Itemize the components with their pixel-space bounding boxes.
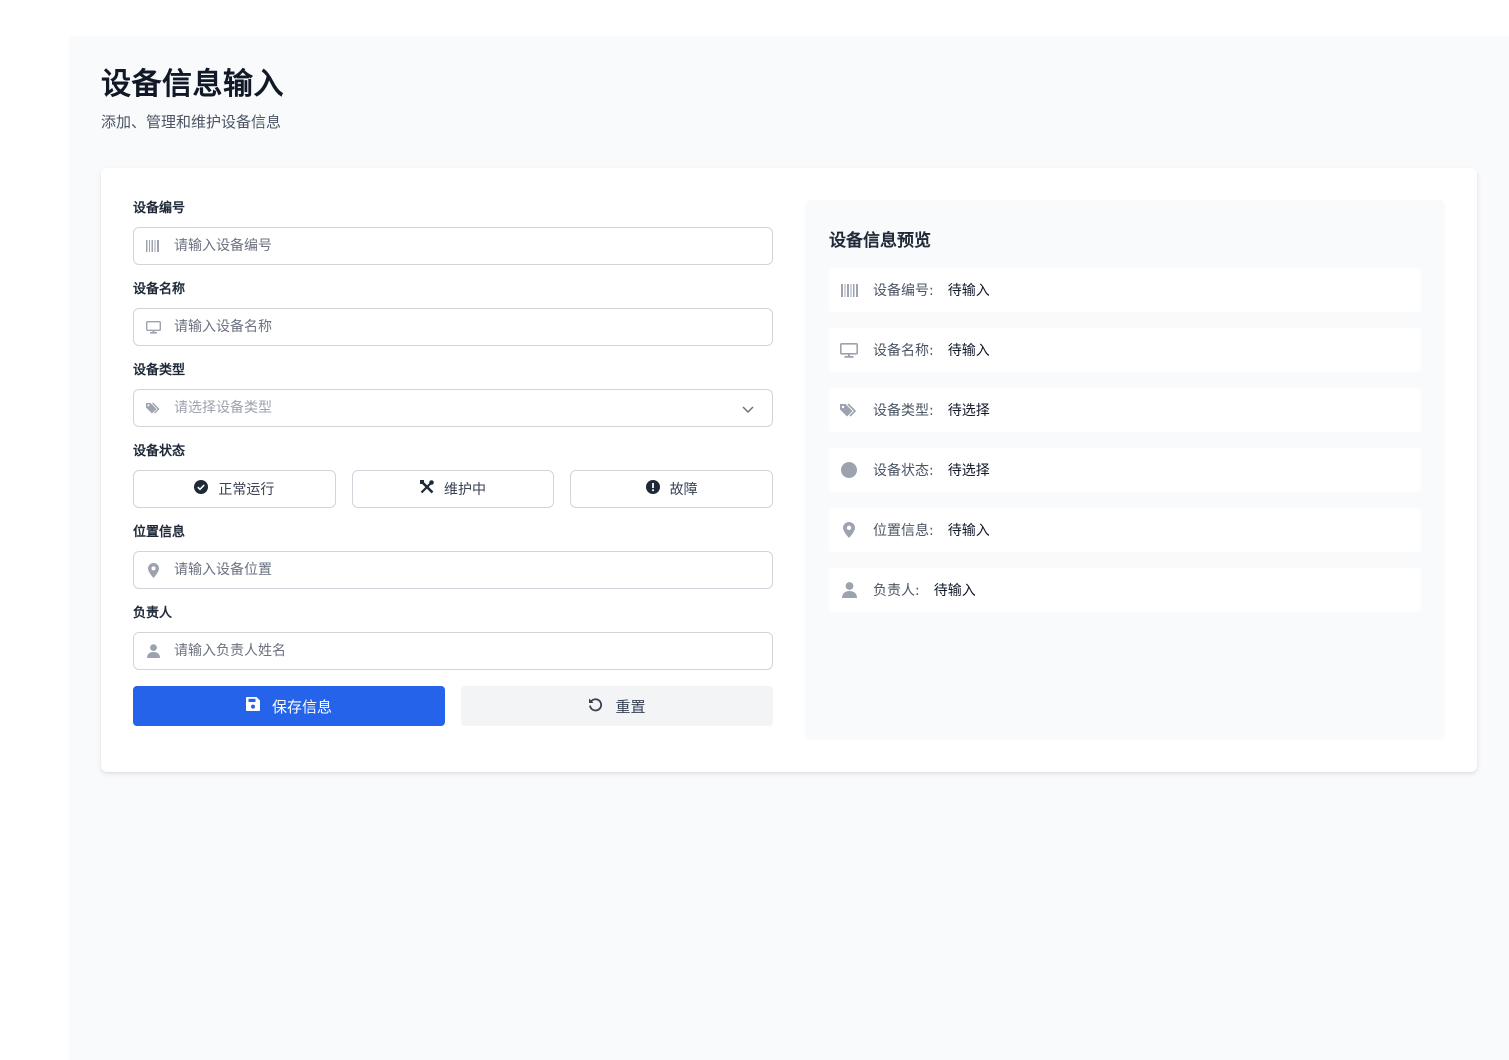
map-marker-icon [839, 520, 859, 540]
location-field-wrapper [133, 551, 773, 589]
owner-field-wrapper [133, 632, 773, 670]
page-header: 设备信息输入 添加、管理和维护设备信息 [101, 66, 284, 132]
status-fault-button[interactable]: 故障 [570, 470, 774, 508]
device-name-field-wrapper [133, 308, 773, 346]
preview-title: 设备信息预览 [829, 231, 931, 251]
location-group: 位置信息 [133, 524, 773, 589]
page-subtitle: 添加、管理和维护设备信息 [101, 113, 282, 131]
save-icon [245, 697, 260, 715]
monitor-icon [145, 319, 161, 335]
device-id-input[interactable] [174, 228, 734, 264]
device-status-group: 设备状态 正常运行 维护中 故障 [133, 443, 774, 508]
page: 设备信息输入 添加、管理和维护设备信息 设备编号 设备名称 [69, 36, 1509, 1060]
check-circle-icon [194, 480, 209, 498]
preview-label: 设备编号: [873, 283, 934, 299]
reset-button[interactable]: 重置 [461, 686, 773, 726]
monitor-icon [839, 340, 859, 360]
preview-value: 待选择 [947, 463, 990, 479]
preview-value: 待输入 [947, 283, 990, 299]
tags-icon [145, 400, 161, 416]
status-normal-button[interactable]: 正常运行 [133, 470, 336, 508]
save-button-label: 保存信息 [271, 697, 332, 716]
status-normal-label: 正常运行 [218, 482, 275, 498]
preview-label: 设备名称: [873, 343, 934, 359]
location-input[interactable] [174, 552, 734, 588]
preview-row-device-name: 设备名称: 待输入 [829, 328, 1421, 372]
chevron-down-icon [742, 401, 754, 420]
preview-value: 待输入 [947, 523, 990, 539]
device-name-input[interactable] [174, 309, 734, 345]
save-button[interactable]: 保存信息 [133, 686, 445, 726]
preview-label: 位置信息: [873, 523, 934, 539]
status-fault-label: 故障 [669, 482, 698, 498]
preview-row-location: 位置信息: 待输入 [829, 508, 1421, 552]
preview-label: 设备状态: [873, 463, 934, 479]
user-icon [145, 643, 161, 659]
device-status-options: 正常运行 维护中 故障 [133, 470, 774, 508]
location-label: 位置信息 [133, 525, 186, 540]
circle-icon [839, 460, 859, 480]
device-name-group: 设备名称 [133, 281, 773, 346]
page-title: 设备信息输入 [101, 67, 284, 102]
device-type-select[interactable]: 请选择设备类型 [133, 389, 773, 427]
preview-row-device-id: 设备编号: 待输入 [829, 268, 1421, 312]
device-id-field-wrapper [133, 227, 773, 265]
tools-icon [420, 480, 434, 498]
preview-value: 待选择 [947, 403, 990, 419]
exclamation-circle-icon [645, 480, 660, 498]
owner-input[interactable] [174, 633, 734, 669]
preview-row-device-type: 设备类型: 待选择 [829, 388, 1421, 432]
owner-label: 负责人 [133, 606, 173, 621]
device-id-group: 设备编号 [133, 200, 773, 265]
owner-group: 负责人 [133, 605, 773, 670]
barcode-icon [839, 280, 859, 300]
status-maintenance-label: 维护中 [444, 482, 486, 498]
preview-value: 待输入 [933, 583, 976, 599]
preview-panel: 设备信息预览 设备编号: 待输入 设备名称: 待输入 设备类型: 待选择 设备状… [805, 200, 1445, 740]
map-marker-icon [145, 562, 161, 578]
device-status-label: 设备状态 [133, 444, 186, 459]
device-type-placeholder: 请选择设备类型 [174, 400, 272, 416]
form-actions: 保存信息 重置 [133, 686, 773, 726]
device-form: 设备编号 设备名称 设备类型 [133, 200, 774, 726]
device-type-label: 设备类型 [133, 363, 186, 378]
status-maintenance-button[interactable]: 维护中 [351, 470, 555, 508]
preview-row-owner: 负责人: 待输入 [829, 568, 1421, 612]
device-form-card: 设备编号 设备名称 设备类型 [101, 168, 1477, 772]
device-type-group: 设备类型 请选择设备类型 [133, 362, 773, 427]
barcode-icon [145, 238, 161, 254]
preview-label: 负责人: [873, 583, 920, 599]
device-name-label: 设备名称 [133, 282, 186, 297]
preview-row-device-status: 设备状态: 待选择 [829, 448, 1421, 492]
tags-icon [839, 400, 859, 420]
undo-icon [588, 697, 603, 716]
preview-value: 待输入 [947, 343, 990, 359]
reset-button-label: 重置 [615, 697, 646, 716]
preview-label: 设备类型: [873, 403, 934, 419]
user-icon [839, 580, 859, 600]
device-id-label: 设备编号 [133, 201, 186, 216]
